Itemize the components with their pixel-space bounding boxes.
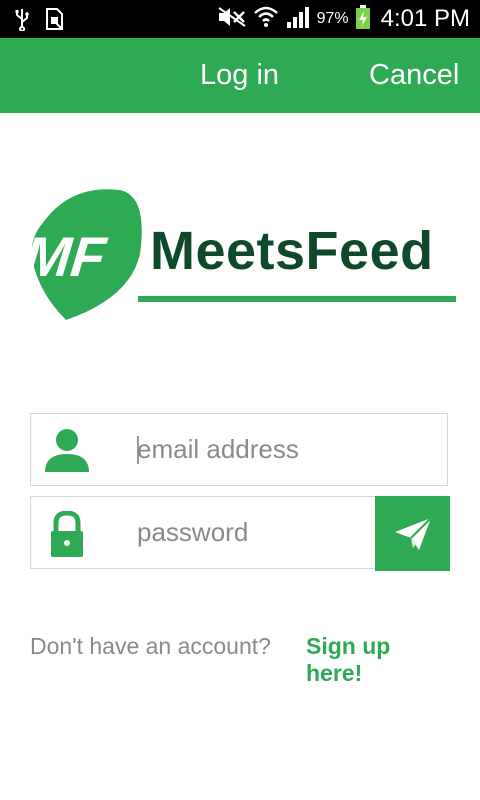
logo-underline <box>138 296 456 302</box>
status-left-icons <box>14 7 64 36</box>
action-bar: Log in Cancel <box>0 38 480 113</box>
sim-icon <box>44 7 64 36</box>
password-input[interactable] <box>137 497 367 568</box>
status-right-icons: 97% 4:01 PM <box>217 4 470 34</box>
signup-row: Don't have an account? Sign up here! <box>30 633 450 686</box>
user-icon <box>43 428 91 474</box>
logo-monogram: MF <box>30 225 110 288</box>
clock: 4:01 PM <box>380 5 470 32</box>
cancel-button[interactable]: Cancel <box>369 38 459 113</box>
mute-icon <box>217 6 247 33</box>
email-input[interactable] <box>137 414 367 485</box>
usb-icon <box>14 7 30 36</box>
signup-link[interactable]: Sign up here! <box>306 633 450 687</box>
email-field-container <box>30 413 448 486</box>
signup-prompt: Don't have an account? <box>30 633 271 659</box>
login-button[interactable]: Log in <box>200 38 279 113</box>
status-bar: 97% 4:01 PM <box>0 0 480 38</box>
signal-icon <box>285 5 311 34</box>
lock-icon <box>43 510 91 557</box>
paper-plane-icon <box>395 517 432 550</box>
battery-charging-icon <box>355 4 371 35</box>
battery-percent: 97% <box>316 10 349 27</box>
brand-name: MeetsFeed <box>150 221 434 281</box>
submit-button[interactable] <box>375 496 450 571</box>
wifi-icon <box>253 5 279 34</box>
